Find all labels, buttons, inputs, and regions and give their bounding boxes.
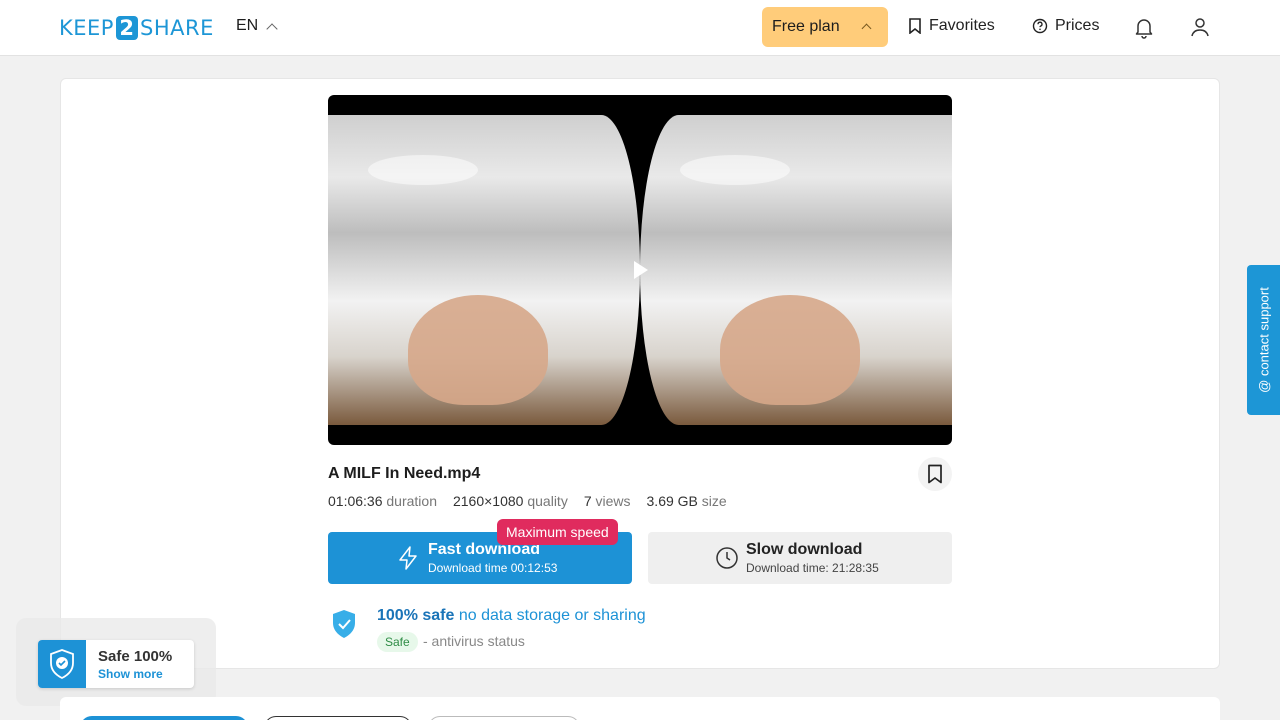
video-preview-player[interactable] (328, 95, 952, 445)
logo-text-left: KEEP (59, 16, 114, 40)
safe-widget[interactable]: Safe 100% Show more (38, 640, 194, 688)
video-frame-left (328, 115, 640, 425)
prices-link[interactable]: Prices (1032, 17, 1099, 35)
size-meta: 3.69 GB size (647, 493, 727, 509)
favorites-label: Favorites (929, 17, 995, 34)
size-label: size (701, 493, 727, 509)
duration-value: 01:06:36 (328, 493, 383, 509)
bookmark-icon (909, 18, 921, 34)
bottom-tab-3[interactable] (428, 716, 580, 720)
file-title: A MILF In Need.mp4 (328, 465, 481, 482)
quality-meta: 2160×1080 quality (453, 493, 568, 509)
safety-headline: 100% safe no data storage or sharing (377, 607, 646, 625)
language-selector[interactable]: EN (236, 17, 278, 35)
free-plan-button[interactable]: Free plan (762, 7, 888, 47)
file-meta: 01:06:36 duration 2160×1080 quality 7 vi… (328, 493, 727, 509)
clock-icon (716, 547, 738, 569)
top-header: KEEP 2 SHARE EN Free plan Favorites Pric… (0, 0, 1280, 56)
logo-text-right: SHARE (139, 16, 214, 40)
shield-check-icon (50, 649, 74, 680)
show-more-link[interactable]: Show more (98, 667, 163, 681)
duration-label: duration (386, 493, 437, 509)
views-meta: 7 views (584, 493, 631, 509)
bottom-tab-1[interactable] (80, 716, 248, 720)
safety-headline-rest: no data storage or sharing (458, 607, 646, 624)
safe-widget-title: Safe 100% (98, 648, 173, 665)
views-label: views (595, 493, 631, 509)
chevron-up-icon (861, 23, 872, 34)
contact-support-label: @ contact support (1256, 287, 1271, 393)
question-circle-icon (1032, 18, 1048, 34)
safe-widget-icon-box (38, 640, 86, 688)
shield-check-icon (333, 610, 355, 638)
add-to-favorites-button[interactable] (918, 457, 952, 491)
bookmark-icon (928, 464, 942, 484)
safety-headline-bold: 100% safe (377, 607, 455, 624)
chevron-up-icon (266, 22, 278, 35)
antivirus-status-text: - antivirus status (423, 633, 525, 649)
prices-label: Prices (1055, 17, 1100, 34)
duration-meta: 01:06:36 duration (328, 493, 437, 509)
bottom-tab-2[interactable] (264, 716, 412, 720)
slow-download-time: Download time: 21:28:35 (746, 561, 879, 575)
slow-download-button[interactable]: Slow download Download time: 21:28:35 (648, 532, 952, 584)
antivirus-status-badge: Safe (377, 632, 418, 652)
keep2share-logo[interactable]: KEEP 2 SHARE (59, 15, 214, 41)
notifications-bell-icon[interactable] (1132, 15, 1156, 39)
lightning-icon (399, 546, 417, 570)
quality-label: quality (527, 493, 568, 509)
plan-label: Free plan (772, 18, 840, 35)
fast-download-time: Download time 00:12:53 (428, 561, 558, 575)
video-frame-right (640, 115, 952, 425)
slow-download-title: Slow download (746, 541, 863, 558)
language-label: EN (236, 17, 259, 34)
favorites-link[interactable]: Favorites (908, 17, 995, 35)
play-icon[interactable] (634, 261, 648, 279)
maximum-speed-badge: Maximum speed (497, 519, 618, 545)
contact-support-tab[interactable]: @ contact support (1247, 265, 1280, 415)
views-value: 7 (583, 493, 592, 509)
user-account-icon[interactable] (1188, 15, 1212, 39)
quality-value: 2160×1080 (452, 493, 524, 509)
logo-number: 2 (115, 16, 138, 40)
size-value: 3.69 GB (646, 493, 698, 509)
